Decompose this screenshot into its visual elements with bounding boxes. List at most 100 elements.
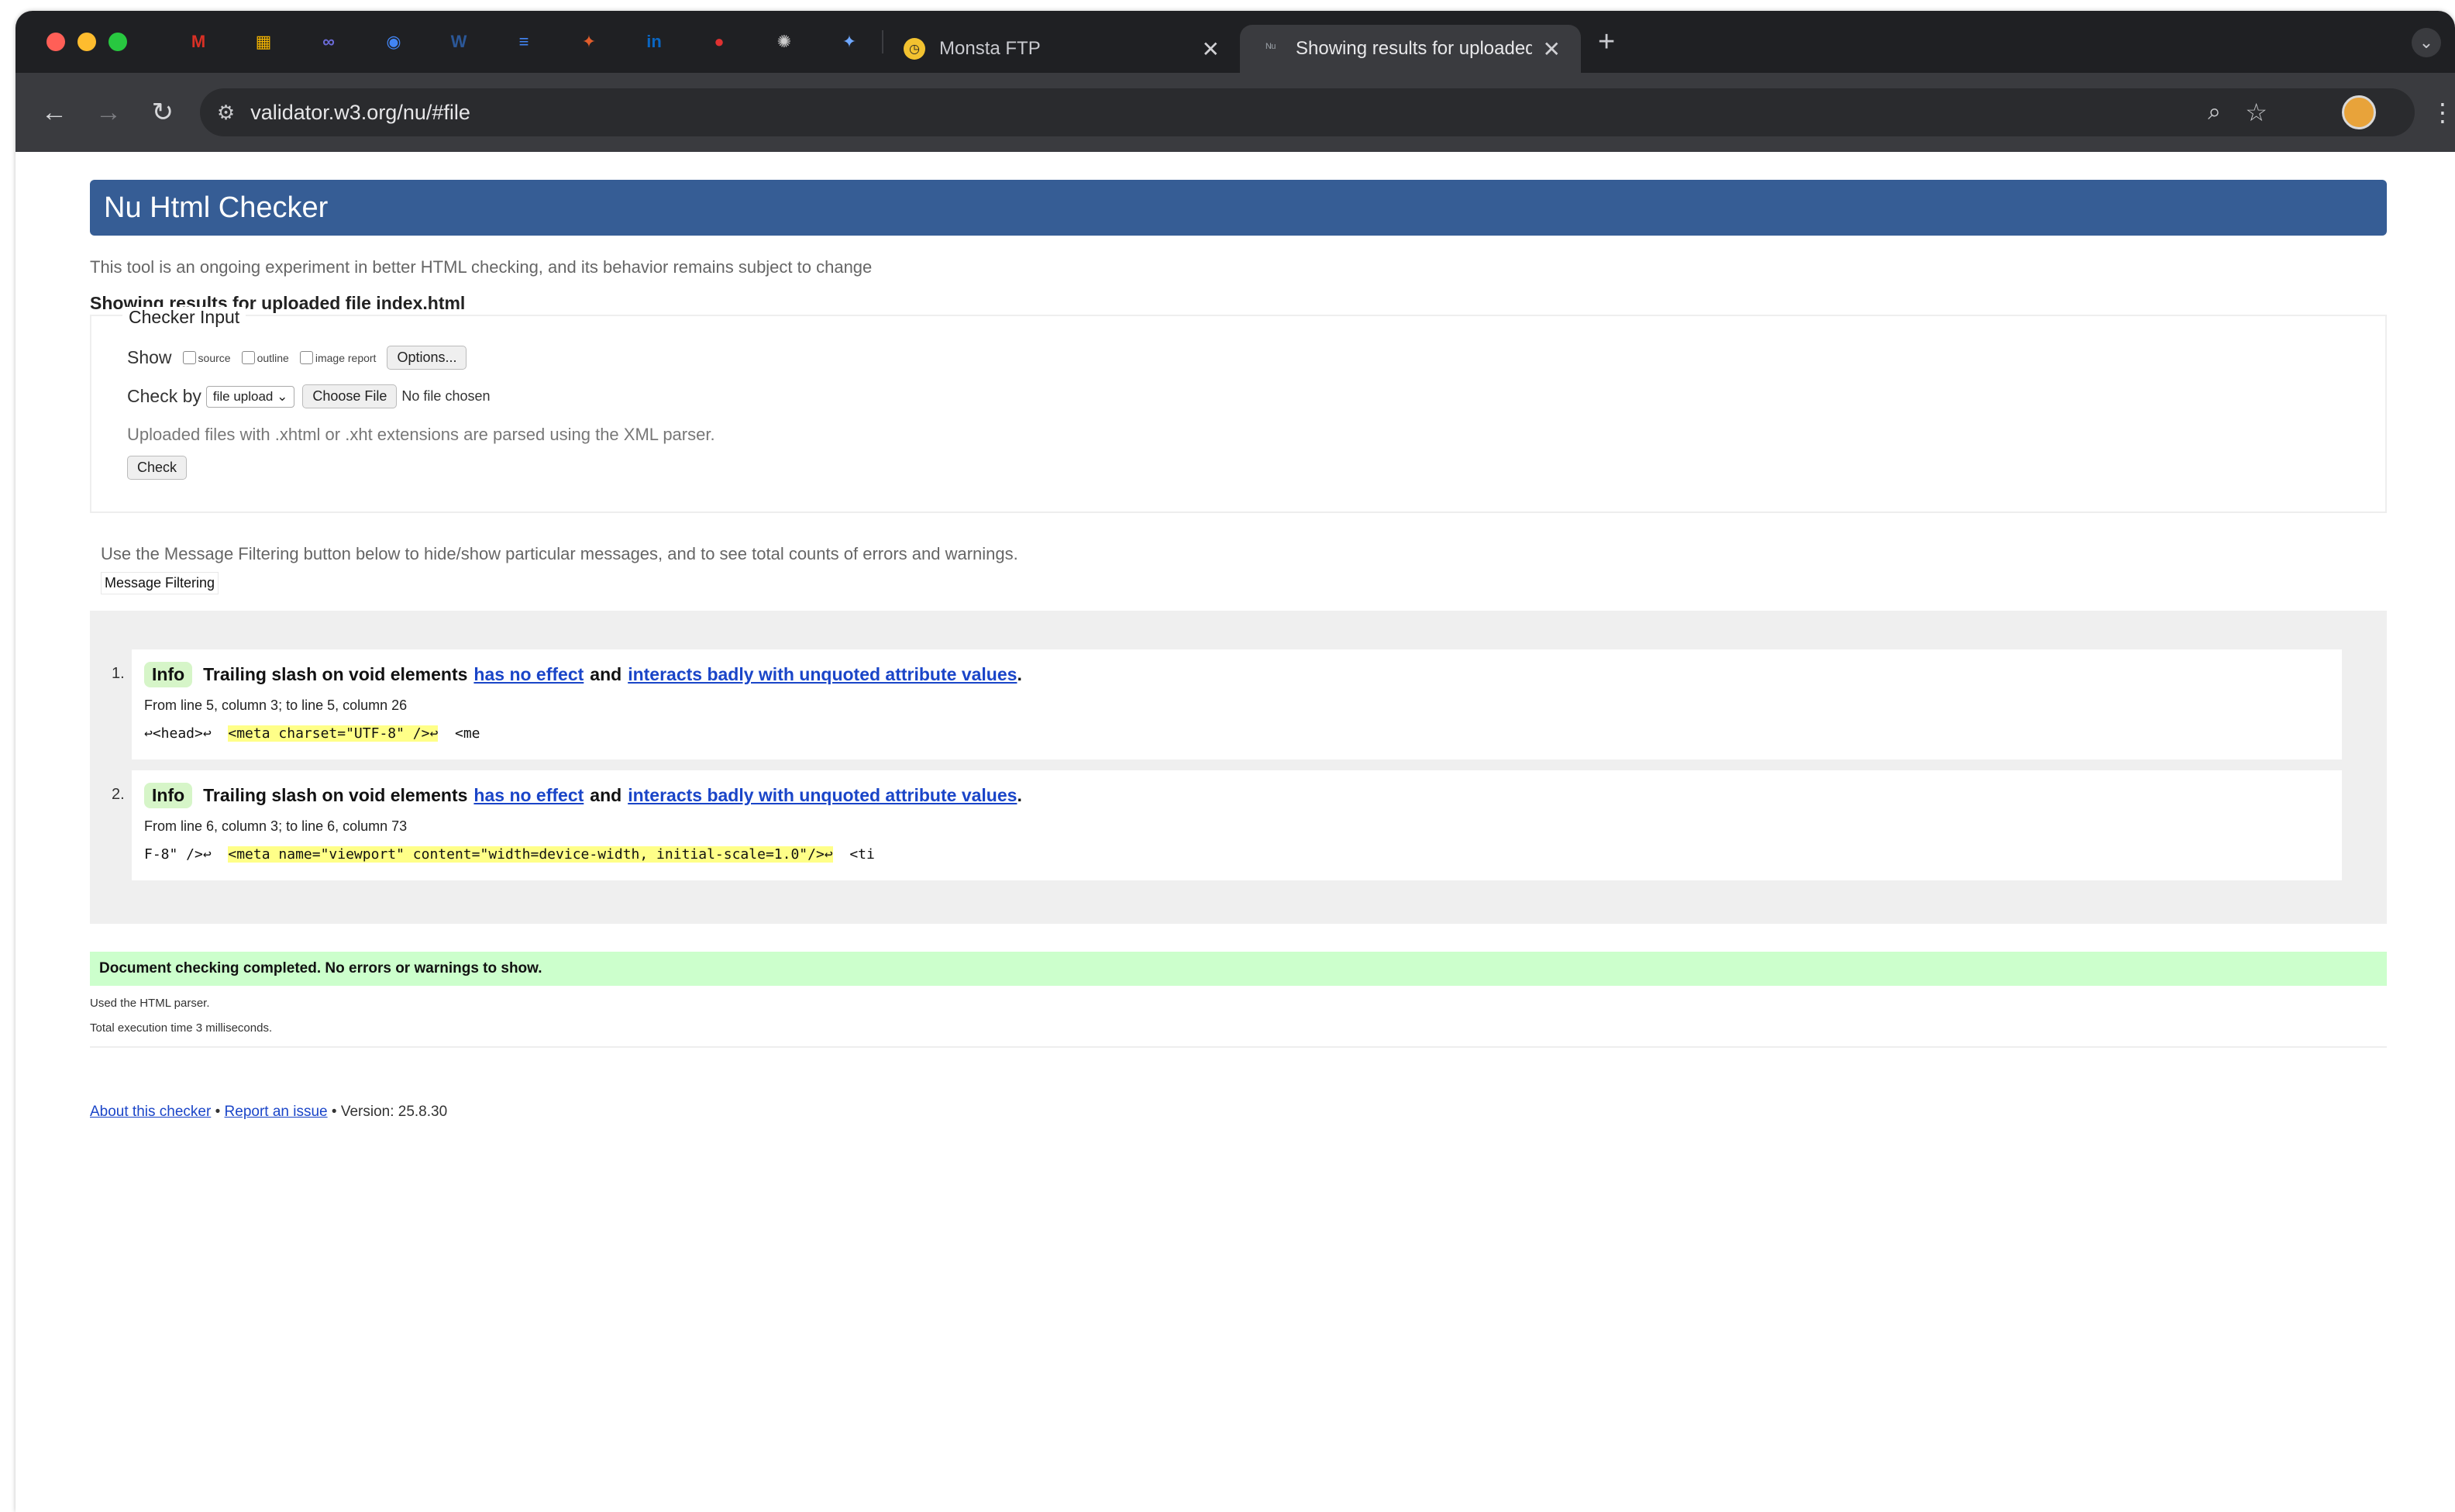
about-checker-link[interactable]: About this checker	[90, 1104, 211, 1120]
message-location: From line 5, column 3; to line 5, column…	[144, 697, 408, 713]
checkbox-box[interactable]	[241, 351, 255, 364]
message-summary: Trailing slash on void elements	[203, 664, 468, 684]
footer-separator: •	[215, 1104, 221, 1120]
infinity-icon[interactable]: ∞	[315, 29, 342, 55]
has-no-effect-link[interactable]: has no effect	[473, 664, 584, 685]
check-by-label: Check by	[127, 386, 201, 406]
checker-input-fieldset: Checker Input Show source outline image …	[90, 307, 2387, 513]
xml-parser-hint: Uploaded files with .xhtml or .xht exten…	[127, 425, 715, 444]
outline-checkbox[interactable]: outline	[241, 351, 289, 364]
checkbox-label: image report	[315, 351, 377, 364]
footer-separator: •	[331, 1104, 337, 1120]
check-button[interactable]: Check	[127, 456, 188, 480]
choose-file-button[interactable]: Choose File	[302, 384, 398, 408]
photos-icon[interactable]: ▦	[250, 29, 277, 55]
unquoted-attribute-values-link[interactable]: interacts badly with unquoted attribute …	[628, 664, 1017, 685]
tab-title: Showing results for uploaded	[1296, 38, 1532, 59]
close-window-button[interactable]	[46, 33, 65, 51]
app-icon[interactable]: ✦	[576, 29, 602, 55]
back-icon[interactable]: ←	[39, 98, 70, 128]
maximize-window-button[interactable]	[108, 33, 127, 51]
tab-title: Monsta FTP	[939, 38, 1041, 59]
window-controls	[46, 33, 127, 51]
new-tab-icon[interactable]: +	[1598, 26, 1615, 59]
extract-after: <ti	[832, 846, 875, 863]
check-by-row: Check by file upload ⌄ Choose File No fi…	[127, 384, 491, 408]
zoom-icon[interactable]: ⌕	[2208, 99, 2221, 126]
image-report-checkbox[interactable]: image report	[299, 351, 377, 364]
extract-after: <me	[438, 725, 480, 742]
check-row: Check	[127, 456, 188, 480]
message-list: 1. Info Trailing slash on void elements …	[90, 611, 2387, 924]
list-item: 2. Info Trailing slash on void elements …	[112, 770, 2342, 880]
tab-search-icon[interactable]: ⌄	[2412, 28, 2441, 57]
message-extract: ↩<head>↩ <meta charset="UTF-8" />↩ <me	[144, 725, 480, 742]
url-text[interactable]: validator.w3.org/nu/#file	[250, 101, 470, 125]
parser-note: Used the HTML parser.	[90, 997, 210, 1010]
check-by-value: file upload	[212, 388, 274, 404]
close-tab-icon[interactable]: ✕	[1202, 36, 1220, 62]
reload-icon[interactable]: ↻	[147, 97, 178, 128]
message-summary: Trailing slash on void elements	[203, 785, 468, 805]
message-number: 1.	[112, 665, 125, 682]
monsta-ftp-icon: ◷	[904, 38, 925, 60]
extract-highlight: <meta name="viewport" content="width=dev…	[228, 846, 833, 863]
check-by-select[interactable]: file upload ⌄	[205, 385, 295, 408]
extract-before: ↩<head>↩	[144, 725, 229, 742]
pinned-tabs: M ▦ ∞ ◉ W ≡ ✦ in ● ✺ ✦	[166, 29, 882, 55]
version-text: Version: 25.8.30	[340, 1104, 448, 1120]
checkbox-label: outline	[257, 351, 289, 364]
unquoted-attribute-values-link[interactable]: interacts badly with unquoted attribute …	[628, 785, 1017, 806]
address-bar[interactable]: ⚙ validator.w3.org/nu/#file ⌕ ☆	[199, 88, 2415, 136]
profile-avatar[interactable]	[2341, 95, 2376, 129]
message-number: 2.	[112, 786, 125, 803]
page-content: Nu Html Checker This tool is an ongoing …	[15, 152, 2455, 1512]
chrome-icon[interactable]: ◉	[380, 29, 407, 55]
chevron-down-icon: ⌄	[277, 388, 288, 404]
success-message: Document checking completed. No errors o…	[90, 952, 2387, 986]
message-conjunction: and	[590, 664, 622, 684]
page-title: Nu Html Checker	[90, 180, 2387, 236]
source-checkbox[interactable]: source	[182, 351, 231, 364]
tab-nu-checker[interactable]: ᴺᵘ Showing results for uploaded ✕	[1240, 25, 1581, 73]
execution-time: Total execution time 3 milliseconds.	[90, 1021, 273, 1035]
nu-checker-icon: ᴺᵘ	[1265, 42, 1276, 55]
message-location: From line 6, column 3; to line 6, column…	[144, 818, 408, 834]
show-row: Show source outline image report Options…	[127, 346, 467, 370]
minimize-window-button[interactable]	[77, 33, 96, 51]
record-icon[interactable]: ●	[706, 29, 732, 55]
message-extract: F-8" />↩ <meta name="viewport" content="…	[144, 846, 875, 863]
message-period: .	[1017, 785, 1022, 805]
message-text: Info Trailing slash on void elements has…	[144, 783, 1022, 808]
info-badge: Info	[144, 783, 193, 808]
checkbox-box[interactable]	[299, 351, 313, 364]
filter-note: Use the Message Filtering button below t…	[101, 544, 1018, 563]
extract-before: F-8" />↩	[144, 846, 229, 863]
tagline: This tool is an ongoing experiment in be…	[90, 257, 873, 277]
browser-menu-icon[interactable]: ⋮	[2430, 98, 2455, 127]
tab-bar: M ▦ ∞ ◉ W ≡ ✦ in ● ✺ ✦ ◷ Monsta FTP ✕ ᴺᵘ Showing r…	[15, 11, 2455, 73]
docs-icon[interactable]: ≡	[511, 29, 537, 55]
divider	[90, 1046, 2387, 1048]
forward-icon[interactable]: →	[93, 98, 124, 128]
checkbox-box[interactable]	[182, 351, 196, 364]
options-button[interactable]: Options...	[387, 346, 467, 370]
message-text: Info Trailing slash on void elements has…	[144, 662, 1022, 687]
has-no-effect-link[interactable]: has no effect	[473, 785, 584, 806]
message-filtering-button[interactable]: Message Filtering	[101, 572, 219, 594]
bookmark-star-icon[interactable]: ☆	[2245, 98, 2267, 127]
linkedin-icon[interactable]: in	[641, 29, 667, 55]
gmail-icon[interactable]: M	[185, 29, 212, 55]
close-tab-icon[interactable]: ✕	[1543, 36, 1561, 62]
gemini-icon[interactable]: ✦	[836, 29, 863, 55]
tab-monsta-ftp[interactable]: ◷ Monsta FTP ✕	[883, 25, 1240, 73]
word-icon[interactable]: W	[446, 29, 472, 55]
message-period: .	[1017, 664, 1022, 684]
checkbox-label: source	[198, 351, 231, 364]
report-issue-link[interactable]: Report an issue	[225, 1104, 328, 1120]
checker-input-legend: Checker Input	[122, 307, 246, 328]
openai-icon[interactable]: ✺	[771, 29, 797, 55]
info-badge: Info	[144, 662, 193, 687]
show-label: Show	[127, 347, 172, 367]
site-settings-icon[interactable]: ⚙	[217, 101, 235, 125]
